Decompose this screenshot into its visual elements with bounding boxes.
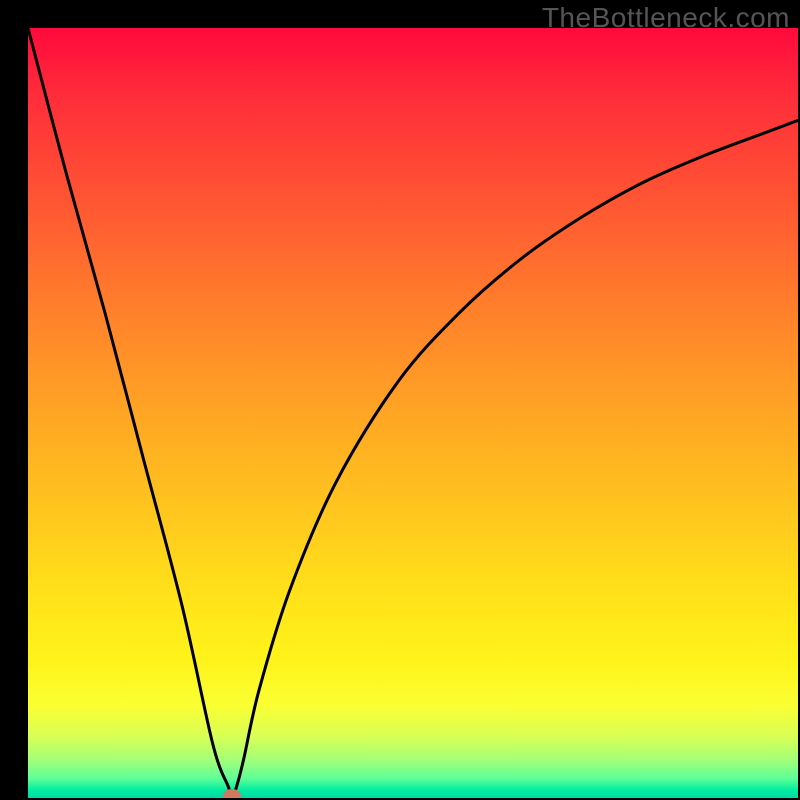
bottleneck-curve bbox=[28, 28, 798, 798]
plot-area bbox=[28, 28, 798, 798]
optimal-point-marker bbox=[223, 789, 241, 798]
watermark-text: TheBottleneck.com bbox=[542, 2, 790, 34]
chart-container: TheBottleneck.com bbox=[0, 0, 800, 800]
